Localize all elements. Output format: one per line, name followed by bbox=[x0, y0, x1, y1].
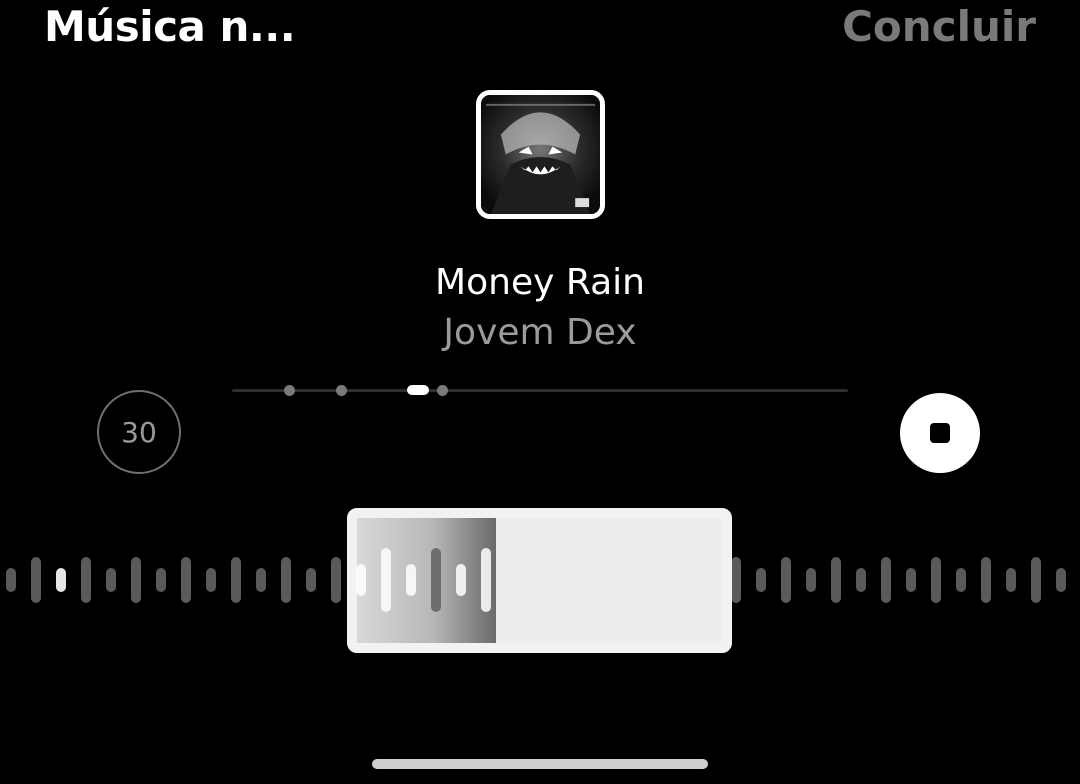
waveform-bar bbox=[831, 557, 841, 603]
waveform-bar bbox=[881, 557, 891, 603]
waveform-bar bbox=[331, 557, 341, 603]
home-indicator bbox=[372, 759, 708, 769]
clip-selector[interactable] bbox=[347, 508, 732, 653]
page-title: Música n... bbox=[44, 2, 296, 51]
track-indicator-line bbox=[232, 389, 848, 392]
album-art-image bbox=[481, 95, 600, 214]
waveform-bar bbox=[756, 568, 766, 592]
waveform-bar bbox=[956, 568, 966, 592]
waveform-bar bbox=[806, 568, 816, 592]
song-title: Money Rain bbox=[435, 262, 645, 303]
waveform-bar bbox=[231, 557, 241, 603]
waveform-bar bbox=[206, 568, 216, 592]
track-indicator-dot[interactable] bbox=[284, 385, 295, 396]
track-indicator-dot[interactable] bbox=[336, 385, 347, 396]
waveform-bar bbox=[1006, 568, 1016, 592]
waveform-bar bbox=[156, 568, 166, 592]
waveform-bar bbox=[256, 568, 266, 592]
stop-icon bbox=[930, 423, 950, 443]
track-indicator-dot[interactable] bbox=[437, 385, 448, 396]
waveform-bar bbox=[856, 568, 866, 592]
song-artist: Jovem Dex bbox=[443, 312, 637, 353]
done-button[interactable]: Concluir bbox=[842, 2, 1036, 51]
waveform-bar bbox=[306, 568, 316, 592]
waveform-bar bbox=[56, 568, 66, 592]
waveform-bar bbox=[931, 557, 941, 603]
waveform-bar bbox=[981, 557, 991, 603]
clip-duration-button[interactable]: 30 bbox=[97, 390, 181, 474]
waveform-bar bbox=[1056, 568, 1066, 592]
waveform-bar bbox=[31, 557, 41, 603]
waveform-bar bbox=[731, 557, 741, 603]
music-picker-screen: Música n... Concluir Money Rain Jovem De… bbox=[0, 0, 1080, 784]
waveform-bar bbox=[106, 568, 116, 592]
waveform-bar bbox=[81, 557, 91, 603]
waveform-bar bbox=[281, 557, 291, 603]
album-art bbox=[476, 90, 605, 219]
waveform-bar bbox=[181, 557, 191, 603]
stop-button[interactable] bbox=[900, 393, 980, 473]
track-indicator-dot-active[interactable] bbox=[407, 385, 429, 395]
waveform-bar bbox=[131, 557, 141, 603]
playback-progress bbox=[357, 518, 496, 643]
waveform-bar bbox=[1031, 557, 1041, 603]
waveform-bar bbox=[6, 568, 16, 592]
waveform-bar bbox=[781, 557, 791, 603]
waveform-bar bbox=[906, 568, 916, 592]
